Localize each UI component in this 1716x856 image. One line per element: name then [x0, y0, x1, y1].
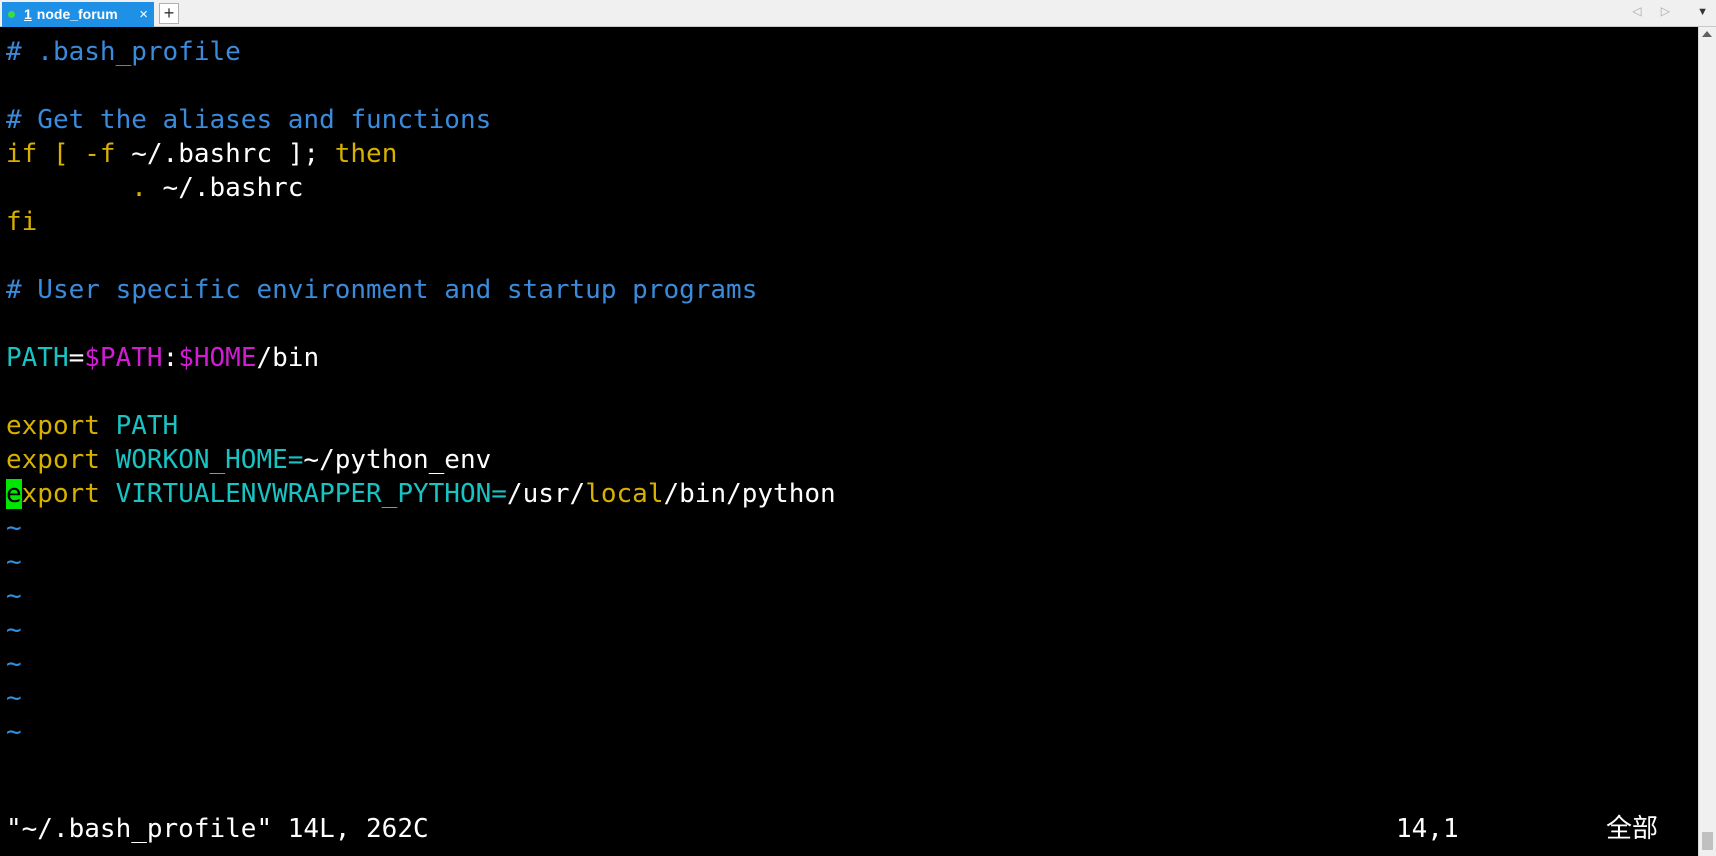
- new-tab-button[interactable]: +: [159, 3, 179, 24]
- code-token: then: [334, 139, 398, 169]
- code-line[interactable]: export WORKON_HOME=~/python_env: [6, 443, 491, 477]
- code-token: .: [6, 173, 163, 203]
- vertical-scrollbar[interactable]: [1698, 27, 1716, 856]
- code-line[interactable]: . ~/.bashrc: [6, 171, 303, 205]
- code-token: :: [162, 343, 179, 373]
- empty-buffer-line-marker: ~: [6, 615, 22, 645]
- empty-buffer-line-marker: ~: [6, 547, 22, 577]
- tab-title: node_forum: [36, 6, 118, 22]
- code-line[interactable]: # User specific environment and startup …: [6, 273, 757, 307]
- empty-buffer-line-marker: ~: [6, 683, 22, 713]
- code-token: export: [6, 445, 116, 475]
- file-info-message: "~/.bash_profile" 14L, 262C: [6, 814, 429, 844]
- code-token: =: [68, 343, 85, 373]
- code-token: if [ -f: [6, 139, 132, 169]
- vim-editor[interactable]: # .bash_profile # Get the aliases and fun…: [0, 35, 1700, 815]
- code-line[interactable]: fi: [6, 205, 37, 239]
- code-token: # User specific environment and startup …: [6, 275, 758, 305]
- code-token: /bin: [256, 343, 320, 373]
- empty-buffer-line-marker: ~: [6, 717, 22, 747]
- code-line[interactable]: PATH=$PATH:$HOME/bin: [6, 341, 319, 375]
- code-token: PATH: [115, 411, 179, 441]
- code-token: local: [585, 479, 664, 509]
- code-token: ~/.bashrc: [162, 173, 304, 203]
- empty-buffer-line-marker: ~: [6, 513, 22, 543]
- tab-node-forum[interactable]: 1 node_forum ×: [2, 2, 154, 27]
- code-token: # .bash_profile: [6, 37, 241, 67]
- code-token: # Get the aliases and functions: [6, 105, 492, 135]
- code-token: xport: [21, 479, 116, 509]
- code-line[interactable]: export VIRTUALENVWRAPPER_PYTHON=/usr/loc…: [6, 477, 836, 511]
- code-token: /usr/: [506, 479, 586, 509]
- code-line[interactable]: # .bash_profile: [6, 35, 241, 69]
- code-token: /bin/python: [663, 479, 836, 509]
- code-token: WORKON_HOME=: [115, 445, 304, 475]
- code-token: ~/python_env: [303, 445, 492, 475]
- tab-label: 1 node_forum: [24, 2, 118, 27]
- code-token: $PATH: [84, 343, 163, 373]
- scrollbar-thumb[interactable]: [1702, 832, 1713, 850]
- scroll-up-arrow-icon[interactable]: [1702, 31, 1712, 37]
- empty-buffer-line-marker: ~: [6, 649, 22, 679]
- code-line[interactable]: if [ -f ~/.bashrc ]; then: [6, 137, 397, 171]
- tab-index: 1: [24, 6, 32, 22]
- connection-status-icon: [8, 11, 15, 18]
- code-line[interactable]: # Get the aliases and functions: [6, 103, 491, 137]
- code-token: ~/.bashrc ];: [131, 139, 335, 169]
- tab-close-icon[interactable]: ×: [139, 2, 148, 27]
- vim-status-line: "~/.bash_profile" 14L, 262C 14,1 全部: [0, 812, 1700, 846]
- tab-list-dropdown-icon[interactable]: ▼: [1697, 6, 1708, 18]
- code-token: export: [6, 411, 116, 441]
- code-token: fi: [6, 207, 38, 237]
- empty-buffer-line-marker: ~: [6, 581, 22, 611]
- text-cursor: e: [6, 479, 22, 509]
- code-token: $HOME: [178, 343, 257, 373]
- tab-bar: 1 node_forum × + ◁ ▷ ▼: [0, 0, 1716, 27]
- cursor-position: 14,1: [1396, 814, 1459, 844]
- scroll-percentage: 全部: [1606, 814, 1659, 844]
- code-line[interactable]: export PATH: [6, 409, 178, 443]
- tab-scroll-arrows-icon[interactable]: ◁ ▷: [1632, 4, 1678, 18]
- code-token: VIRTUALENVWRAPPER_PYTHON=: [115, 479, 507, 509]
- code-token: PATH: [6, 343, 69, 373]
